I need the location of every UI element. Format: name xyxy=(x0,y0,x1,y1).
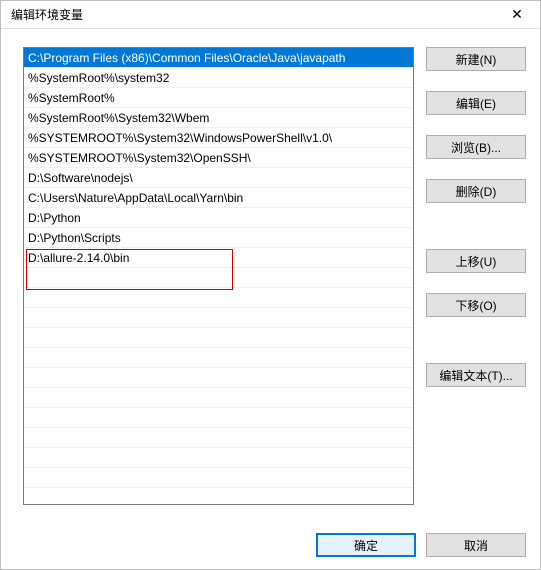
list-item[interactable]: %SystemRoot%\System32\Wbem xyxy=(24,108,413,128)
list-item[interactable]: %SYSTEMROOT%\System32\OpenSSH\ xyxy=(24,148,413,168)
moveup-button[interactable]: 上移(U) xyxy=(426,249,526,273)
delete-button[interactable]: 删除(D) xyxy=(426,179,526,203)
dialog-footer: 确定 取消 xyxy=(1,525,540,569)
cancel-button[interactable]: 取消 xyxy=(426,533,526,557)
edittext-button[interactable]: 编辑文本(T)... xyxy=(426,363,526,387)
ok-button[interactable]: 确定 xyxy=(316,533,416,557)
list-item[interactable] xyxy=(24,308,413,328)
list-item[interactable]: D:\Software\nodejs\ xyxy=(24,168,413,188)
list-item[interactable] xyxy=(24,268,413,288)
movedown-button[interactable]: 下移(O) xyxy=(426,293,526,317)
list-item[interactable] xyxy=(24,388,413,408)
list-item[interactable] xyxy=(24,468,413,488)
close-icon: ✕ xyxy=(511,6,523,23)
list-item[interactable] xyxy=(24,328,413,348)
close-button[interactable]: ✕ xyxy=(500,4,534,26)
list-item[interactable]: %SYSTEMROOT%\System32\WindowsPowerShell\… xyxy=(24,128,413,148)
list-item[interactable]: %SystemRoot% xyxy=(24,88,413,108)
dialog-window: 编辑环境变量 ✕ C:\Program Files (x86)\Common F… xyxy=(0,0,541,570)
button-column: 新建(N) 编辑(E) 浏览(B)... 删除(D) 上移(U) 下移(O) 编… xyxy=(426,47,526,515)
list-item[interactable] xyxy=(24,288,413,308)
list-item[interactable]: D:\Python xyxy=(24,208,413,228)
list-item[interactable]: %SystemRoot%\system32 xyxy=(24,68,413,88)
titlebar: 编辑环境变量 ✕ xyxy=(1,1,540,29)
list-item[interactable] xyxy=(24,368,413,388)
new-button[interactable]: 新建(N) xyxy=(426,47,526,71)
browse-button[interactable]: 浏览(B)... xyxy=(426,135,526,159)
window-title: 编辑环境变量 xyxy=(11,6,83,23)
edit-button[interactable]: 编辑(E) xyxy=(426,91,526,115)
list-item[interactable]: C:\Users\Nature\AppData\Local\Yarn\bin xyxy=(24,188,413,208)
list-item[interactable]: D:\allure-2.14.0\bin xyxy=(24,248,413,268)
list-item[interactable] xyxy=(24,428,413,448)
list-item[interactable] xyxy=(24,448,413,468)
list-item[interactable] xyxy=(24,408,413,428)
list-item[interactable] xyxy=(24,348,413,368)
path-listbox[interactable]: C:\Program Files (x86)\Common Files\Orac… xyxy=(23,47,414,505)
list-item[interactable]: C:\Program Files (x86)\Common Files\Orac… xyxy=(24,48,413,68)
list-item[interactable]: D:\Python\Scripts xyxy=(24,228,413,248)
content-area: C:\Program Files (x86)\Common Files\Orac… xyxy=(1,29,540,525)
